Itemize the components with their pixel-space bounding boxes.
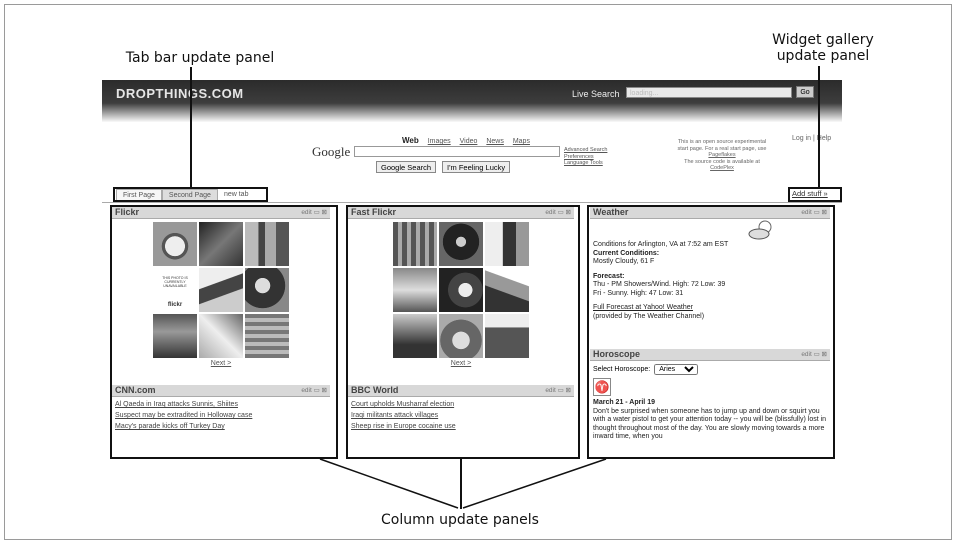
column-highlight-1 [110,205,338,459]
google-tab-video[interactable]: Video [460,138,478,145]
leader-line [818,66,820,187]
language-tools-link[interactable]: Language Tools [564,160,607,167]
description-line: This is an open source experimental [677,139,767,145]
google-search-input[interactable] [354,146,560,157]
column-highlight-3 [587,205,835,459]
google-tab-maps[interactable]: Maps [513,138,530,145]
callout-tab-bar: Tab bar update panel [125,50,275,66]
google-tab-web[interactable]: Web [402,136,419,145]
widget-gallery-highlight [788,187,842,202]
callout-column: Column update panels [381,512,539,528]
callout-widget-gallery-line1: Widget gallery [772,32,874,48]
leader-line [460,459,462,509]
feeling-lucky-button[interactable]: I'm Feeling Lucky [442,161,511,173]
leader-line [190,67,192,187]
live-search-label: Live Search [572,89,620,99]
site-logo[interactable]: DROPTHINGS.COM [116,86,244,101]
callout-widget-gallery-line2: update panel [776,48,870,64]
google-tab-news[interactable]: News [486,138,504,145]
advanced-search-link[interactable]: Advanced Search [564,147,607,154]
site-description: This is an open source experimental star… [662,139,782,172]
live-search-button[interactable]: Go [796,86,814,98]
google-tab-images[interactable]: Images [428,138,451,145]
app-header: DROPTHINGS.COM Live Search loading... Go [102,80,842,122]
login-help-links[interactable]: Log in | Help [792,135,831,142]
live-search-input[interactable]: loading... [626,87,792,98]
google-logo: Google [312,144,351,159]
google-search-tabs: Web Images Video News Maps [402,136,537,145]
codeplex-link[interactable]: CodePlex [662,165,782,172]
google-search-button[interactable]: Google Search [376,161,437,173]
column-highlight-2 [346,205,580,459]
google-options: Advanced Search Preferences Language Too… [564,147,607,167]
tab-bar-divider [102,202,842,203]
tab-bar-highlight [113,187,268,202]
callout-widget-gallery: Widget gallery update panel [748,32,898,64]
